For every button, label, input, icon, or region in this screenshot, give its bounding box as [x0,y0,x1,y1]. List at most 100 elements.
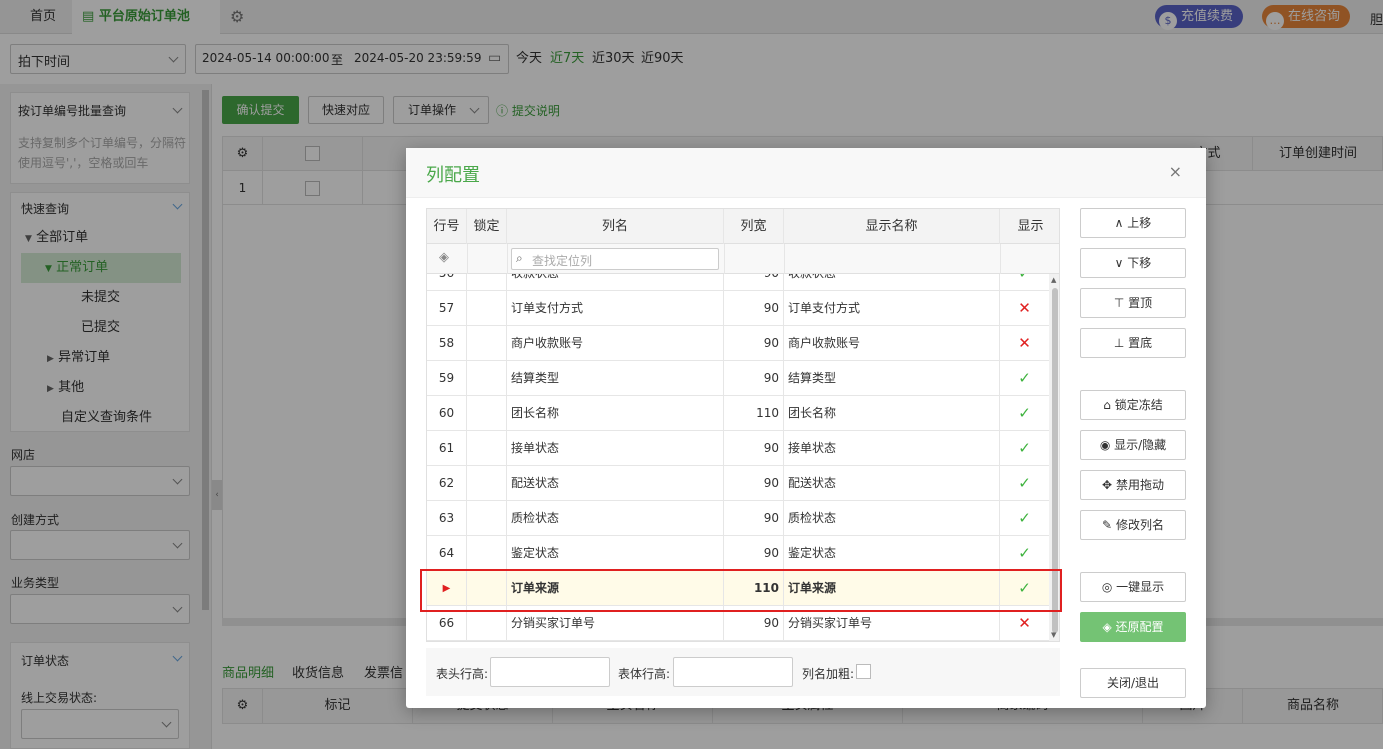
row-column-name: 结算类型 [507,361,724,396]
disable-drag-button[interactable]: ✥ 禁用拖动 [1080,470,1186,500]
row-width[interactable]: 90 [724,274,784,291]
close-exit-button[interactable]: 关闭/退出 [1080,668,1186,698]
eye-icon: ◉ [1099,438,1111,452]
bold-label: 列名加粗: [802,667,855,681]
row-column-name: 订单支付方式 [507,291,724,326]
row-display-name[interactable]: 收款状态 [784,274,1000,291]
move-down-button[interactable]: ∨ 下移 [1080,248,1186,278]
bold-checkbox[interactable] [856,664,871,679]
show-all-button[interactable]: ◎ 一键显示 [1080,572,1186,602]
to-top-icon: ⊤ [1113,296,1125,310]
edit-icon: ✎ [1102,518,1113,532]
table-row[interactable]: 60 团长名称 110 团长名称 ✓ [427,396,1049,431]
body-height-label: 表体行高: [618,667,671,681]
table-row[interactable]: 61 接单状态 90 接单状态 ✓ [427,431,1049,466]
table-row[interactable]: 57 订单支付方式 90 订单支付方式 ✕ [427,291,1049,326]
search-icon: ⌕ [516,251,523,265]
toggle-visible-button[interactable]: ◉ 显示/隐藏 [1080,430,1186,460]
row-width[interactable]: 90 [724,501,784,536]
row-display-name[interactable]: 结算类型 [784,361,1000,396]
row-lock[interactable] [467,396,507,431]
row-column-name: 团长名称 [507,396,724,431]
row-width[interactable]: 90 [724,466,784,501]
chevron-up-icon: ∧ [1114,216,1124,230]
check-icon[interactable]: ✓ [1000,431,1049,466]
restore-config-button[interactable]: ◈ 还原配置 [1080,612,1186,642]
head-height-input[interactable] [490,657,610,687]
row-no: 64 [427,536,467,571]
search-placeholder: 查找定位列 [532,254,593,268]
row-no: 62 [427,466,467,501]
row-lock[interactable] [467,361,507,396]
table-row[interactable]: 58 商户收款账号 90 商户收款账号 ✕ [427,326,1049,361]
dialog-close-icon[interactable]: × [1169,162,1182,181]
eye-icon: ◎ [1101,580,1113,594]
move-up-button[interactable]: ∧ 上移 [1080,208,1186,238]
rename-column-button[interactable]: ✎ 修改列名 [1080,510,1186,540]
row-no: 56 [427,274,467,291]
row-lock[interactable] [467,326,507,361]
row-column-name: 收款状态 [507,274,724,291]
row-width[interactable]: 90 [724,536,784,571]
row-display-name[interactable]: 商户收款账号 [784,326,1000,361]
row-no: 59 [427,361,467,396]
row-width[interactable]: 90 [724,326,784,361]
table-row[interactable]: 64 鉴定状态 90 鉴定状态 ✓ [427,536,1049,571]
check-icon[interactable]: ✓ [1000,466,1049,501]
check-icon[interactable]: ✓ [1000,536,1049,571]
row-width[interactable]: 90 [724,361,784,396]
move-top-button[interactable]: ⊤ 置顶 [1080,288,1186,318]
row-display-name[interactable]: 团长名称 [784,396,1000,431]
row-width[interactable]: 110 [724,396,784,431]
row-no: 58 [427,326,467,361]
table-row[interactable]: 56收款状态90收款状态✓ [427,274,1049,291]
row-column-name: 接单状态 [507,431,724,466]
eraser-icon[interactable]: ◈ [439,250,449,265]
row-display-name[interactable]: 订单支付方式 [784,291,1000,326]
move-bottom-button[interactable]: ⊥ 置底 [1080,328,1186,358]
row-lock[interactable] [467,501,507,536]
row-lock[interactable] [467,291,507,326]
row-lock[interactable] [467,466,507,501]
row-lock[interactable] [467,431,507,466]
row-display-name[interactable]: 质检状态 [784,501,1000,536]
row-width[interactable]: 90 [724,291,784,326]
check-icon[interactable]: ✓ [1000,361,1049,396]
filter-row: ◈ ⌕ 查找定位列 [427,244,1059,274]
chevron-down-icon: ∨ [1114,256,1124,270]
check-icon[interactable]: ✓ [1000,396,1049,431]
row-column-name: 配送状态 [507,466,724,501]
table-row[interactable]: 63 质检状态 90 质检状态 ✓ [427,501,1049,536]
row-display-name[interactable]: 配送状态 [784,466,1000,501]
row-no: 60 [427,396,467,431]
row-column-name: 质检状态 [507,501,724,536]
table-row[interactable]: 62 配送状态 90 配送状态 ✓ [427,466,1049,501]
selected-row-highlight [420,569,1062,612]
to-bottom-icon: ⊥ [1113,336,1125,350]
head-height-label: 表头行高: [436,667,489,681]
column-search-input[interactable]: ⌕ 查找定位列 [511,248,719,270]
check-icon[interactable]: ✓ [1000,501,1049,536]
lock-freeze-button[interactable]: ⌂ 锁定冻结 [1080,390,1186,420]
row-column-name: 商户收款账号 [507,326,724,361]
eraser-icon: ◈ [1102,620,1112,634]
row-display-name[interactable]: 鉴定状态 [784,536,1000,571]
body-height-input[interactable] [673,657,793,687]
dialog-title: 列配置 [426,165,480,186]
table-row[interactable]: 59 结算类型 90 结算类型 ✓ [427,361,1049,396]
move-icon: ✥ [1102,478,1113,492]
row-width[interactable]: 90 [724,431,784,466]
cross-icon[interactable]: ✕ [1000,326,1049,361]
row-no: 57 [427,291,467,326]
row-display-name[interactable]: 接单状态 [784,431,1000,466]
cross-icon[interactable]: ✕ [1000,291,1049,326]
table-header: 行号 锁定 列名 列宽 显示名称 显示 [427,209,1059,244]
row-column-name: 鉴定状态 [507,536,724,571]
dialog-title-bar: 列配置 × [406,148,1206,198]
check-icon[interactable]: ✓ [1000,274,1049,291]
row-lock[interactable] [467,274,507,291]
row-no: 61 [427,431,467,466]
row-lock[interactable] [467,536,507,571]
lock-icon: ⌂ [1103,398,1111,412]
row-no: 63 [427,501,467,536]
